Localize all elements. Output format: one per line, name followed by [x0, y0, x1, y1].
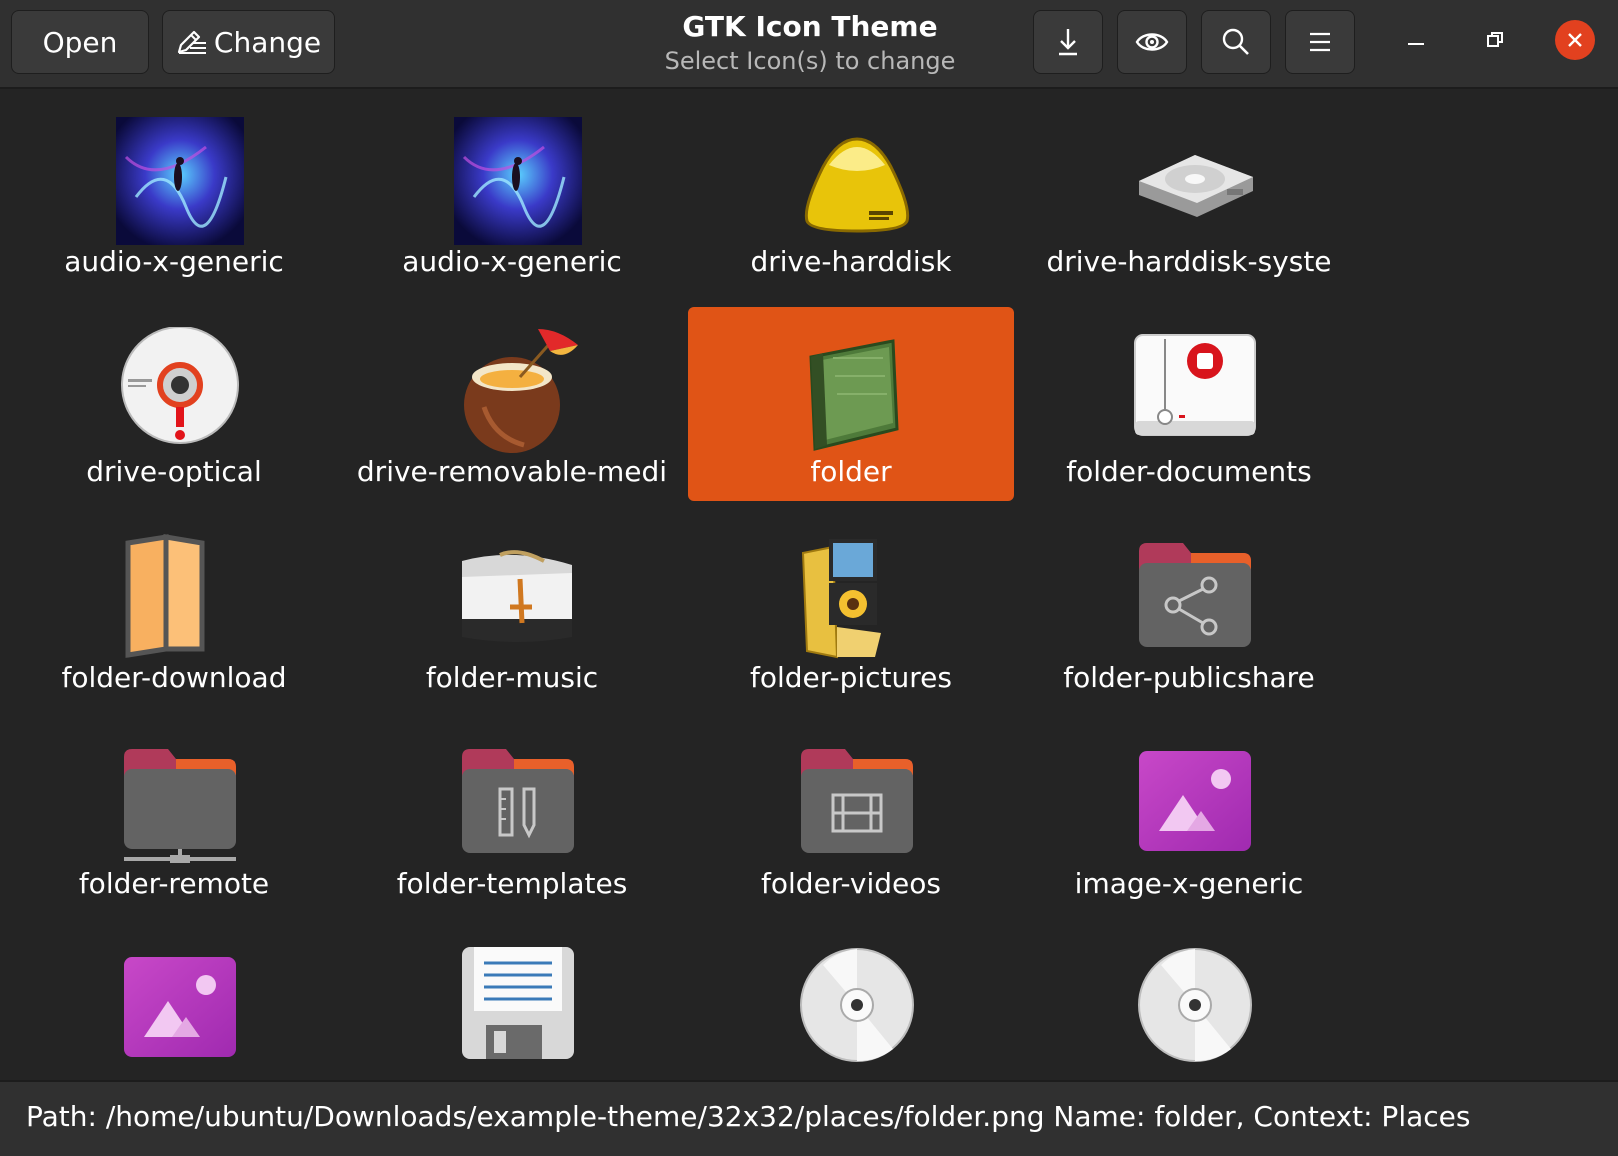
- close-button[interactable]: [1555, 20, 1595, 60]
- music-folder-icon: [462, 550, 572, 642]
- icon-item-selected[interactable]: folder: [688, 307, 1014, 501]
- icon-item[interactable]: audio-x-generic: [11, 97, 337, 291]
- icon-item[interactable]: audio-x-generic: [349, 97, 675, 291]
- icon-label: folder-pictures: [750, 661, 952, 694]
- icon-label: folder-music: [425, 661, 599, 694]
- remote-folder-icon: [124, 749, 236, 863]
- icon-label: folder-remote: [78, 867, 270, 900]
- green-folder-icon: [809, 339, 899, 451]
- window-title-area: GTK Icon Theme Select Icon(s) to change: [640, 8, 980, 76]
- icon-item[interactable]: folder-download: [11, 513, 337, 707]
- icon-item[interactable]: [1026, 925, 1352, 1080]
- search-button[interactable]: [1201, 10, 1271, 74]
- icon-label: folder-publicshare: [1063, 661, 1315, 694]
- space-artwork-icon: [116, 117, 244, 245]
- icon-item[interactable]: folder-templates: [349, 719, 675, 913]
- icon-item[interactable]: [11, 925, 337, 1080]
- cd-icon: [1138, 948, 1252, 1062]
- icon-item[interactable]: [349, 925, 675, 1080]
- icon-item[interactable]: drive-harddisk: [688, 97, 1014, 291]
- icon-item[interactable]: drive-optical: [11, 307, 337, 501]
- templates-folder-icon: [462, 749, 574, 853]
- menu-button[interactable]: [1285, 10, 1355, 74]
- icon-item[interactable]: folder-remote: [11, 719, 337, 913]
- icon-item[interactable]: folder-videos: [688, 719, 1014, 913]
- download-button[interactable]: [1033, 10, 1103, 74]
- minimize-button[interactable]: [1396, 20, 1436, 60]
- icon-label: drive-removable-medi: [356, 455, 668, 488]
- restore-icon: [1487, 32, 1503, 47]
- change-button[interactable]: Change: [162, 10, 335, 74]
- status-bar: Path: /home/ubuntu/Downloads/example-the…: [0, 1080, 1618, 1156]
- icon-label: folder-templates: [396, 867, 628, 900]
- icon-grid: audio-x-generic audio-x-generic drive-ha…: [0, 91, 1618, 1080]
- icon-label: drive-harddisk-syste: [1046, 245, 1332, 278]
- icon-item[interactable]: folder-documents: [1026, 307, 1352, 501]
- icon-label: drive-harddisk: [750, 245, 952, 278]
- space-artwork-icon: [454, 117, 582, 245]
- icon-item[interactable]: folder-publicshare: [1026, 513, 1352, 707]
- header-bar: Open Change GTK Icon Theme Select Icon(s…: [0, 0, 1618, 89]
- videos-folder-icon: [801, 749, 913, 853]
- minimize-icon: [1408, 43, 1424, 45]
- close-icon: [1568, 33, 1582, 47]
- icon-item[interactable]: folder-pictures: [688, 513, 1014, 707]
- download-icon: [1059, 29, 1077, 56]
- icon-item[interactable]: folder-music: [349, 513, 675, 707]
- icon-label: folder-download: [61, 661, 287, 694]
- preview-button[interactable]: [1117, 10, 1187, 74]
- window-subtitle: Select Icon(s) to change: [664, 47, 956, 75]
- window-title: GTK Icon Theme: [682, 10, 938, 43]
- image-icon: [124, 957, 236, 1057]
- eye-icon: [1135, 33, 1169, 51]
- change-label: Change: [213, 25, 322, 59]
- icon-label: folder-videos: [761, 867, 941, 900]
- cd-icon: [800, 948, 914, 1062]
- coconut-drink-icon: [464, 329, 578, 453]
- pencil-icon: [177, 30, 206, 54]
- icon-label: audio-x-generic: [402, 245, 622, 278]
- icon-label: audio-x-generic: [64, 245, 284, 278]
- hamburger-menu-icon: [1310, 32, 1330, 52]
- icon-item[interactable]: drive-harddisk-syste: [1026, 97, 1352, 291]
- orange-folder-icon: [125, 534, 205, 658]
- icon-item[interactable]: image-x-generic: [1026, 719, 1352, 913]
- icon-item[interactable]: drive-removable-medi: [349, 307, 675, 501]
- icon-label: drive-optical: [86, 455, 262, 488]
- image-icon: [1139, 751, 1251, 851]
- yellow-harddisk-icon: [804, 137, 910, 233]
- documents-box-icon: [1134, 334, 1256, 436]
- status-path-text: Path: /home/ubuntu/Downloads/example-the…: [26, 1100, 1471, 1133]
- silver-harddisk-icon: [1139, 155, 1253, 217]
- maximize-button[interactable]: [1475, 20, 1515, 60]
- search-icon: [1222, 28, 1249, 55]
- share-folder-icon: [1139, 543, 1251, 647]
- icon-item[interactable]: [688, 925, 1014, 1080]
- pictures-folder-icon: [801, 539, 881, 659]
- floppy-icon: [462, 947, 574, 1059]
- icon-label: image-x-generic: [1074, 867, 1304, 900]
- icon-label: folder: [810, 455, 892, 488]
- open-button[interactable]: Open: [11, 10, 149, 74]
- optical-disc-icon: [121, 327, 239, 444]
- icon-label: folder-documents: [1066, 455, 1312, 488]
